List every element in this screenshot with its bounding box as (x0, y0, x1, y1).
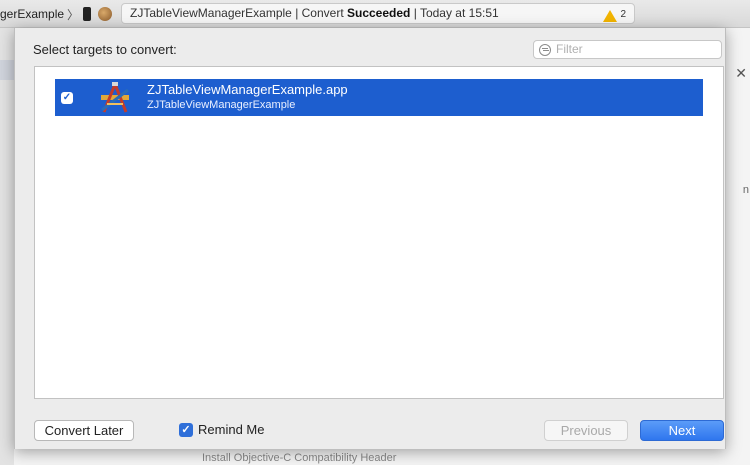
close-icon[interactable]: ✕ (735, 65, 747, 82)
target-name: ZJTableViewManagerExample.app (147, 82, 348, 97)
remind-me-label: Remind Me (198, 422, 265, 437)
targets-list[interactable]: ✓ ZJTableViewManagerExample.app ZJTableV… (34, 66, 724, 399)
chevron-right-icon: 〉 (67, 7, 80, 22)
xcode-toolbar: gerExample 〉 ZJTableViewManagerExample |… (0, 0, 750, 28)
previous-button: Previous (544, 420, 628, 441)
editor-background: Install Objective-C Compatibility Header (14, 449, 726, 465)
convert-later-button[interactable]: Convert Later (34, 420, 134, 441)
activity-suffix: | Today at 15:51 (410, 6, 499, 20)
next-button[interactable]: Next (640, 420, 724, 441)
scheme-name[interactable]: gerExample (0, 7, 64, 21)
filter-field[interactable]: Filter (533, 40, 722, 59)
inspector-text-fragment: n (742, 184, 749, 196)
navigator-selection (0, 60, 14, 80)
inspector-pane: ✕ n (726, 28, 750, 465)
warning-icon (603, 9, 618, 22)
iphone-icon[interactable] (83, 7, 92, 21)
editor-text-fragment: Install Objective-C Compatibility Header (202, 452, 397, 464)
remind-me-checkbox[interactable]: ✓ Remind Me (179, 422, 264, 437)
activity-viewer: ZJTableViewManagerExample | Convert Succ… (121, 3, 635, 24)
filter-icon (539, 44, 551, 56)
scheme-selector[interactable]: gerExample 〉 (0, 5, 113, 23)
checkbox-checked-icon[interactable]: ✓ (179, 422, 193, 437)
squirrel-icon (98, 7, 113, 21)
activity-prefix: ZJTableViewManagerExample | Convert (130, 6, 347, 20)
xcode-app-icon (101, 82, 129, 113)
sheet-title: Select targets to convert: (33, 42, 177, 57)
target-checkbox[interactable]: ✓ (61, 92, 73, 104)
convert-targets-sheet: Select targets to convert: Filter ✓ ZJTa… (14, 28, 726, 449)
target-subtitle: ZJTableViewManagerExample (147, 99, 296, 111)
filter-placeholder: Filter (556, 42, 583, 56)
navigator-pane (0, 28, 14, 465)
list-item[interactable]: ✓ ZJTableViewManagerExample.app ZJTableV… (55, 79, 703, 116)
warning-indicator[interactable]: 2 (603, 5, 626, 24)
activity-status: Succeeded (347, 6, 411, 20)
warning-count: 2 (620, 9, 626, 20)
